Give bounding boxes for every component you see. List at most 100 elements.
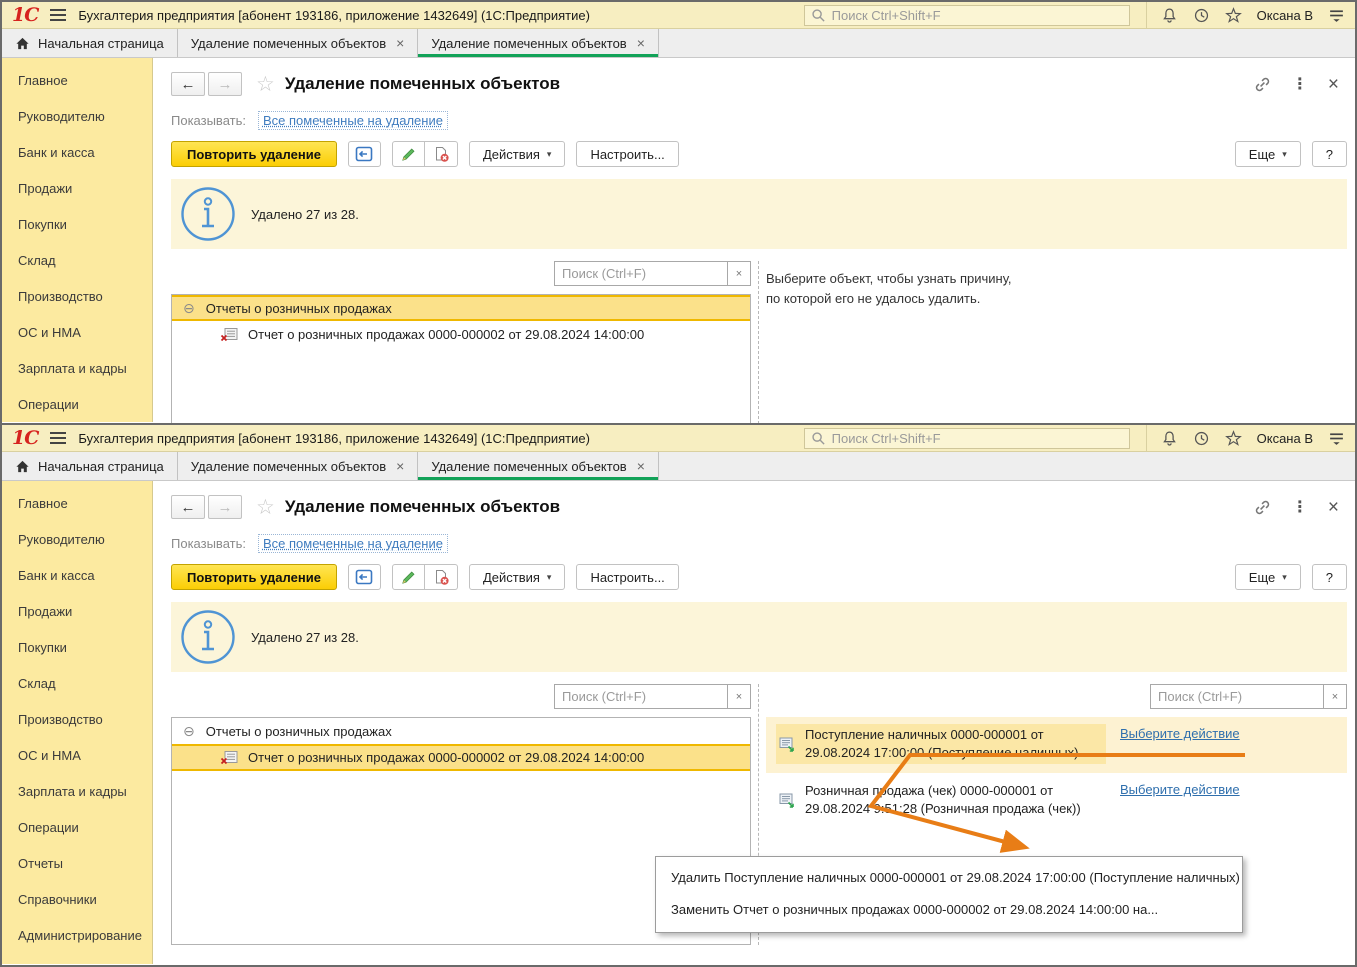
group-row[interactable]: ⊖ Отчеты о розничных продажах: [172, 718, 750, 744]
sidebar-item-prodazhi[interactable]: Продажи: [2, 594, 152, 630]
global-search[interactable]: [803, 427, 1130, 449]
tab-home[interactable]: Начальная страница: [2, 29, 178, 57]
tab-close-icon[interactable]: ×: [637, 35, 645, 51]
global-search[interactable]: [803, 4, 1130, 26]
filter-link[interactable]: Все помеченные на удаление: [257, 534, 448, 553]
choose-action-link[interactable]: Выберите действие: [1120, 782, 1240, 797]
sidebar-item-zarplata[interactable]: Зарплата и кадры: [2, 351, 152, 387]
favorites-icon[interactable]: [1224, 429, 1242, 447]
delete-mark-button[interactable]: [424, 141, 458, 167]
collapse-icon[interactable]: ⊖: [183, 301, 195, 315]
tab-deletion-2-active[interactable]: Удаление помеченных объектов ×: [418, 29, 659, 57]
sidebar-item-sklad[interactable]: Склад: [2, 243, 152, 279]
more-button[interactable]: Еще ▾: [1234, 564, 1301, 590]
sidebar-item-glavnoe[interactable]: Главное: [2, 63, 152, 99]
favorite-star-icon[interactable]: ☆: [256, 495, 275, 520]
list-search-input[interactable]: [554, 261, 728, 286]
sidebar-item-prodazhi[interactable]: Продажи: [2, 171, 152, 207]
sidebar-item-sklad[interactable]: Склад: [2, 666, 152, 702]
edit-button[interactable]: [391, 141, 425, 167]
sidebar-item-otchety[interactable]: Отчеты: [2, 846, 152, 882]
reason-row[interactable]: Розничная продажа (чек) 0000-000001 от 2…: [766, 773, 1347, 829]
actions-button[interactable]: Действия ▾: [468, 141, 566, 167]
search-icon: [811, 8, 826, 23]
failed-object-row[interactable]: Отчет о розничных продажах 0000-000002 о…: [172, 321, 750, 348]
tab-home[interactable]: Начальная страница: [2, 452, 178, 480]
more-button[interactable]: Еще ▾: [1234, 141, 1301, 167]
back-button[interactable]: ←: [171, 72, 205, 96]
notifications-icon[interactable]: [1161, 430, 1178, 447]
close-form-icon[interactable]: ×: [1328, 498, 1339, 517]
group-row[interactable]: ⊖ Отчеты о розничных продажах: [172, 295, 750, 321]
user-name[interactable]: Оксана В: [1257, 8, 1313, 23]
collapse-icon[interactable]: ⊖: [183, 724, 195, 738]
sidebar-item-glavnoe[interactable]: Главное: [2, 486, 152, 522]
close-form-icon[interactable]: ×: [1328, 75, 1339, 94]
sidebar-item-bank-kassa[interactable]: Банк и касса: [2, 558, 152, 594]
sidebar-item-spravochniki[interactable]: Справочники: [2, 882, 152, 918]
global-search-input[interactable]: [831, 430, 1123, 446]
cancel-mark-button[interactable]: [347, 141, 381, 167]
tab-deletion-1[interactable]: Удаление помеченных объектов ×: [178, 29, 419, 57]
sidebar-item-rukovoditelyu[interactable]: Руководителю: [2, 99, 152, 135]
edit-button[interactable]: [391, 564, 425, 590]
sidebar-item-proizvodstvo[interactable]: Производство: [2, 279, 152, 315]
more-menu-icon[interactable]: ⋮: [1292, 497, 1308, 517]
pane-splitter[interactable]: [751, 261, 766, 423]
history-icon[interactable]: [1193, 7, 1210, 24]
tab-deletion-1[interactable]: Удаление помеченных объектов ×: [178, 452, 419, 480]
sidebar-item-proizvodstvo[interactable]: Производство: [2, 702, 152, 738]
favorite-star-icon[interactable]: ☆: [256, 72, 275, 97]
reason-row-selected[interactable]: Поступление наличных 0000-000001 от 29.0…: [766, 717, 1347, 773]
sidebar-item-zarplata[interactable]: Зарплата и кадры: [2, 774, 152, 810]
menu-item-replace[interactable]: Заменить Отчет о розничных продажах 0000…: [671, 902, 1227, 917]
list-search-input[interactable]: [554, 684, 728, 709]
back-button[interactable]: ←: [171, 495, 205, 519]
help-button[interactable]: ?: [1311, 141, 1347, 167]
choose-action-link[interactable]: Выберите действие: [1120, 726, 1240, 741]
repeat-delete-button[interactable]: Повторить удаление: [171, 141, 337, 167]
tab-close-icon[interactable]: ×: [396, 458, 404, 474]
delete-mark-button[interactable]: [424, 564, 458, 590]
search-clear-icon[interactable]: ×: [1323, 684, 1347, 709]
sidebar-item-os-nma[interactable]: ОС и НМА: [2, 738, 152, 774]
filter-link[interactable]: Все помеченные на удаление: [257, 111, 448, 130]
sidebar-item-administrirovanie[interactable]: Администрирование: [2, 918, 152, 954]
get-link-icon[interactable]: [1253, 498, 1272, 517]
sidebar-item-operacii[interactable]: Операции: [2, 810, 152, 846]
main-menu-icon[interactable]: [50, 432, 67, 444]
user-name[interactable]: Оксана В: [1257, 431, 1313, 446]
history-icon[interactable]: [1193, 430, 1210, 447]
failed-object-row-selected[interactable]: Отчет о розничных продажах 0000-000002 о…: [172, 744, 750, 771]
reason-search-input[interactable]: [1150, 684, 1324, 709]
window-titlebar: 1С Бухгалтерия предприятия [абонент 1931…: [2, 425, 1355, 452]
repeat-delete-button[interactable]: Повторить удаление: [171, 564, 337, 590]
sidebar-item-rukovoditelyu[interactable]: Руководителю: [2, 522, 152, 558]
global-search-input[interactable]: [831, 7, 1123, 23]
help-button[interactable]: ?: [1311, 564, 1347, 590]
forward-button[interactable]: →: [208, 72, 242, 96]
notifications-icon[interactable]: [1161, 7, 1178, 24]
forward-button[interactable]: →: [208, 495, 242, 519]
search-clear-icon[interactable]: ×: [727, 684, 751, 709]
favorites-icon[interactable]: [1224, 6, 1242, 24]
sidebar-item-bank-kassa[interactable]: Банк и касса: [2, 135, 152, 171]
cancel-mark-button[interactable]: [347, 564, 381, 590]
tab-close-icon[interactable]: ×: [637, 458, 645, 474]
service-menu-icon[interactable]: [1328, 7, 1345, 24]
service-menu-icon[interactable]: [1328, 430, 1345, 447]
tab-close-icon[interactable]: ×: [396, 35, 404, 51]
configure-button[interactable]: Настроить...: [576, 564, 679, 590]
tab-deletion-2-active[interactable]: Удаление помеченных объектов ×: [418, 452, 659, 480]
sidebar-item-operacii[interactable]: Операции: [2, 387, 152, 423]
get-link-icon[interactable]: [1253, 75, 1272, 94]
sidebar-item-os-nma[interactable]: ОС и НМА: [2, 315, 152, 351]
main-menu-icon[interactable]: [50, 9, 67, 21]
sidebar-item-pokupki[interactable]: Покупки: [2, 630, 152, 666]
configure-button[interactable]: Настроить...: [576, 141, 679, 167]
sidebar-item-pokupki[interactable]: Покупки: [2, 207, 152, 243]
more-menu-icon[interactable]: ⋮: [1292, 74, 1308, 94]
search-clear-icon[interactable]: ×: [727, 261, 751, 286]
menu-item-delete[interactable]: Удалить Поступление наличных 0000-000001…: [671, 870, 1240, 885]
actions-button[interactable]: Действия ▾: [468, 564, 566, 590]
